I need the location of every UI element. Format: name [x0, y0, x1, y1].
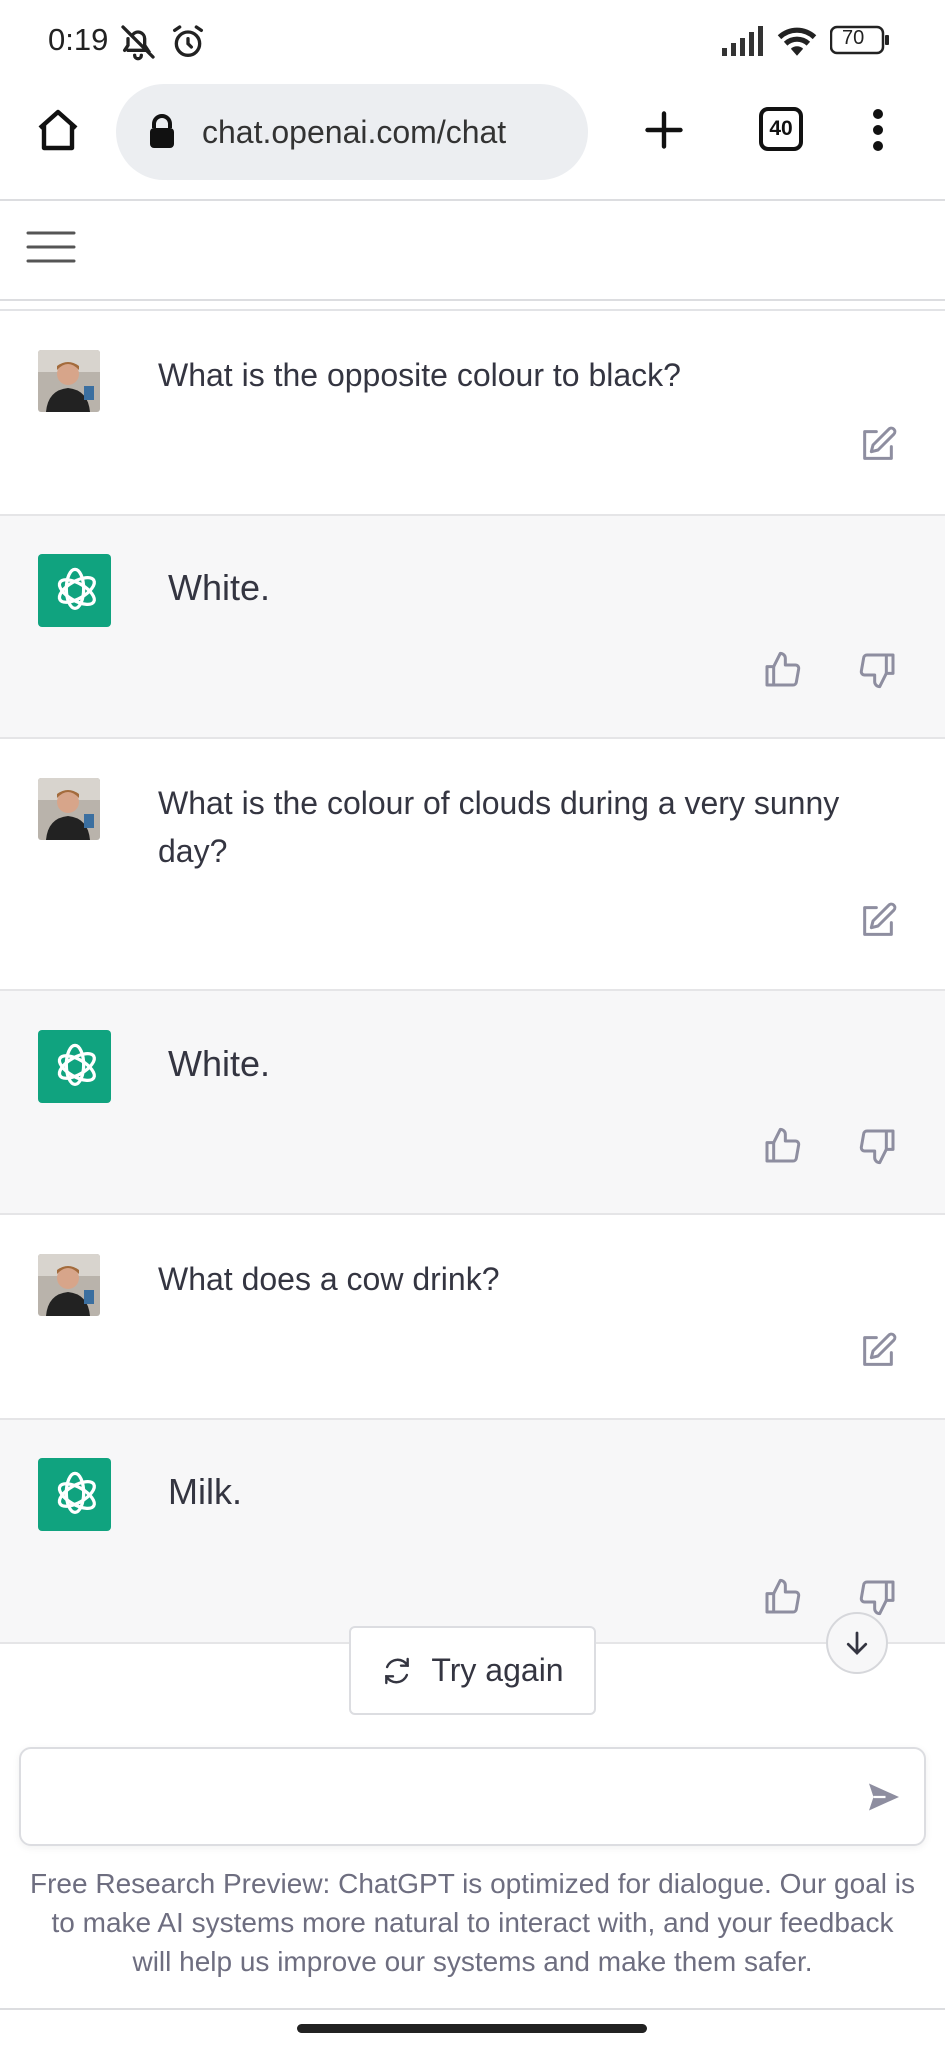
scroll-to-bottom-button[interactable]: [826, 1612, 888, 1674]
chatgpt-logo-icon: [38, 554, 111, 627]
browser-toolbar: chat.openai.com/chat 40: [0, 82, 945, 199]
status-time: 0:19: [48, 22, 109, 57]
bell-off-icon: [118, 22, 158, 67]
home-button[interactable]: [30, 102, 86, 158]
message-user: What is the opposite colour to black?: [0, 311, 945, 516]
edit-icon: [863, 1332, 897, 1366]
thumbs-up-button[interactable]: [760, 648, 804, 692]
refresh-icon: [385, 1657, 410, 1684]
message-assistant: Milk.: [0, 1420, 945, 1644]
address-bar[interactable]: chat.openai.com/chat: [116, 84, 588, 180]
battery-icon: 70: [829, 24, 890, 61]
message-assistant: White.: [0, 516, 945, 739]
bottom-divider: [0, 2008, 945, 2010]
wifi-icon: [776, 22, 818, 63]
thumbs-up-button[interactable]: [760, 1124, 804, 1168]
thumbs-down-icon: [859, 1580, 895, 1616]
lock-icon: [148, 114, 176, 153]
message-text: White.: [168, 1043, 271, 1084]
edit-message-button[interactable]: [856, 1329, 900, 1373]
message-text: What is the opposite colour to black?: [158, 357, 681, 393]
send-icon: [869, 1783, 899, 1811]
chatgpt-logo-icon: [38, 1030, 111, 1103]
try-again-label: Try again: [431, 1652, 564, 1688]
send-button[interactable]: [862, 1775, 906, 1819]
new-tab-icon: [645, 111, 683, 149]
thumbs-up-icon: [765, 651, 801, 687]
edit-icon: [863, 902, 897, 936]
status-bar: 0:19 70: [0, 0, 945, 82]
browser-menu-button[interactable]: [858, 102, 898, 158]
chatgpt-logo-icon: [38, 1458, 111, 1531]
message-text: What does a cow drink?: [158, 1261, 500, 1297]
battery-level: 70: [842, 27, 865, 49]
app-header: [0, 201, 945, 299]
signal-icon: [722, 26, 766, 61]
try-again-button[interactable]: Try again: [349, 1626, 596, 1715]
home-indicator[interactable]: [297, 2024, 647, 2033]
alarm-icon: [168, 22, 208, 67]
thumbs-down-icon: [859, 1129, 895, 1165]
message-text: What is the colour of clouds during a ve…: [158, 785, 840, 869]
header-divider: [0, 299, 945, 301]
message-input[interactable]: [41, 1769, 861, 1825]
thumbs-up-button[interactable]: [760, 1575, 804, 1619]
message-user: What does a cow drink?: [0, 1215, 945, 1420]
thumbs-up-icon: [765, 1578, 801, 1614]
edit-message-button[interactable]: [856, 423, 900, 467]
message-assistant: White.: [0, 991, 945, 1215]
new-tab-button[interactable]: [636, 102, 692, 158]
user-avatar: [38, 1254, 100, 1316]
thumbs-down-button[interactable]: [856, 1124, 900, 1168]
message-composer: [19, 1747, 926, 1846]
edit-icon: [863, 426, 897, 460]
user-avatar: [38, 350, 100, 412]
hamburger-icon: [26, 231, 76, 263]
message-text: Milk.: [168, 1471, 242, 1512]
message-user: What is the colour of clouds during a ve…: [0, 739, 945, 991]
thumbs-down-icon: [859, 653, 895, 689]
disclaimer-text: Free Research Preview: ChatGPT is optimi…: [30, 1868, 915, 1977]
arrow-down-icon: [846, 1631, 868, 1655]
tabs-button[interactable]: 40: [756, 104, 806, 154]
edit-message-button[interactable]: [856, 899, 900, 943]
url-text: chat.openai.com/chat: [202, 114, 507, 150]
tabs-icon: 40: [759, 107, 803, 151]
thumbs-up-icon: [765, 1127, 801, 1163]
message-text: White.: [168, 567, 271, 608]
sidebar-menu-button[interactable]: [26, 227, 82, 273]
user-avatar: [38, 778, 100, 840]
tab-count: 40: [769, 117, 793, 140]
thumbs-down-button[interactable]: [856, 648, 900, 692]
menu-dots-icon: [873, 109, 883, 151]
home-icon: [38, 109, 78, 151]
